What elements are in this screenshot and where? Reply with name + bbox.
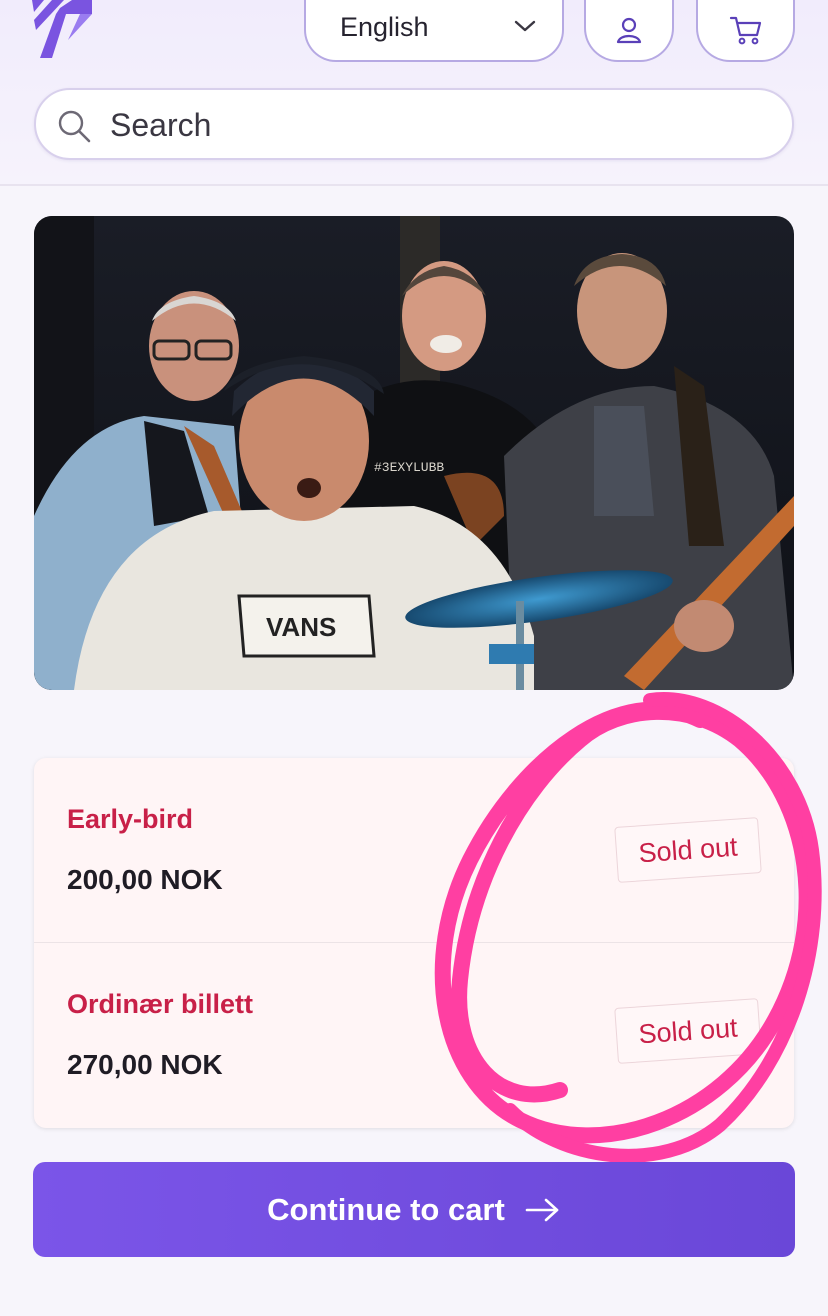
sold-out-badge: Sold out <box>614 817 762 883</box>
ticket-list: Early-bird 200,00 NOK Sold out Ordinær b… <box>34 758 794 1128</box>
ticket-price: 200,00 NOK <box>67 864 223 895</box>
ticket-name: Early-bird <box>67 804 194 834</box>
language-label: English <box>340 12 429 42</box>
continue-to-cart-button[interactable]: Continue to cart <box>33 1162 795 1257</box>
cart-icon <box>729 16 761 45</box>
search-bar[interactable] <box>34 88 794 160</box>
cart-button[interactable] <box>696 0 795 62</box>
account-button[interactable] <box>584 0 674 62</box>
tshirt-logo-text: VANS <box>266 612 336 642</box>
ticket-price: 270,00 NOK <box>67 1049 223 1080</box>
continue-to-cart-label: Continue to cart <box>267 1191 505 1227</box>
event-photo: #3EXYLUBB VANS <box>34 216 794 690</box>
logo-icon[interactable] <box>30 0 96 58</box>
ticket-name: Ordinær billett <box>67 989 254 1019</box>
app-header: English <box>0 0 828 186</box>
search-input[interactable] <box>108 100 772 150</box>
arrow-right-icon <box>525 1198 559 1221</box>
user-icon <box>616 17 642 44</box>
shirt-text: #3EXYLUBB <box>374 460 444 475</box>
ticket-row: Ordinær billett 270,00 NOK Sold out <box>34 943 794 1127</box>
search-icon <box>58 110 91 143</box>
language-select[interactable]: English <box>304 0 564 62</box>
ticket-row: Early-bird 200,00 NOK Sold out <box>34 758 794 943</box>
chevron-down-icon <box>514 20 536 32</box>
sold-out-badge: Sold out <box>614 998 762 1064</box>
